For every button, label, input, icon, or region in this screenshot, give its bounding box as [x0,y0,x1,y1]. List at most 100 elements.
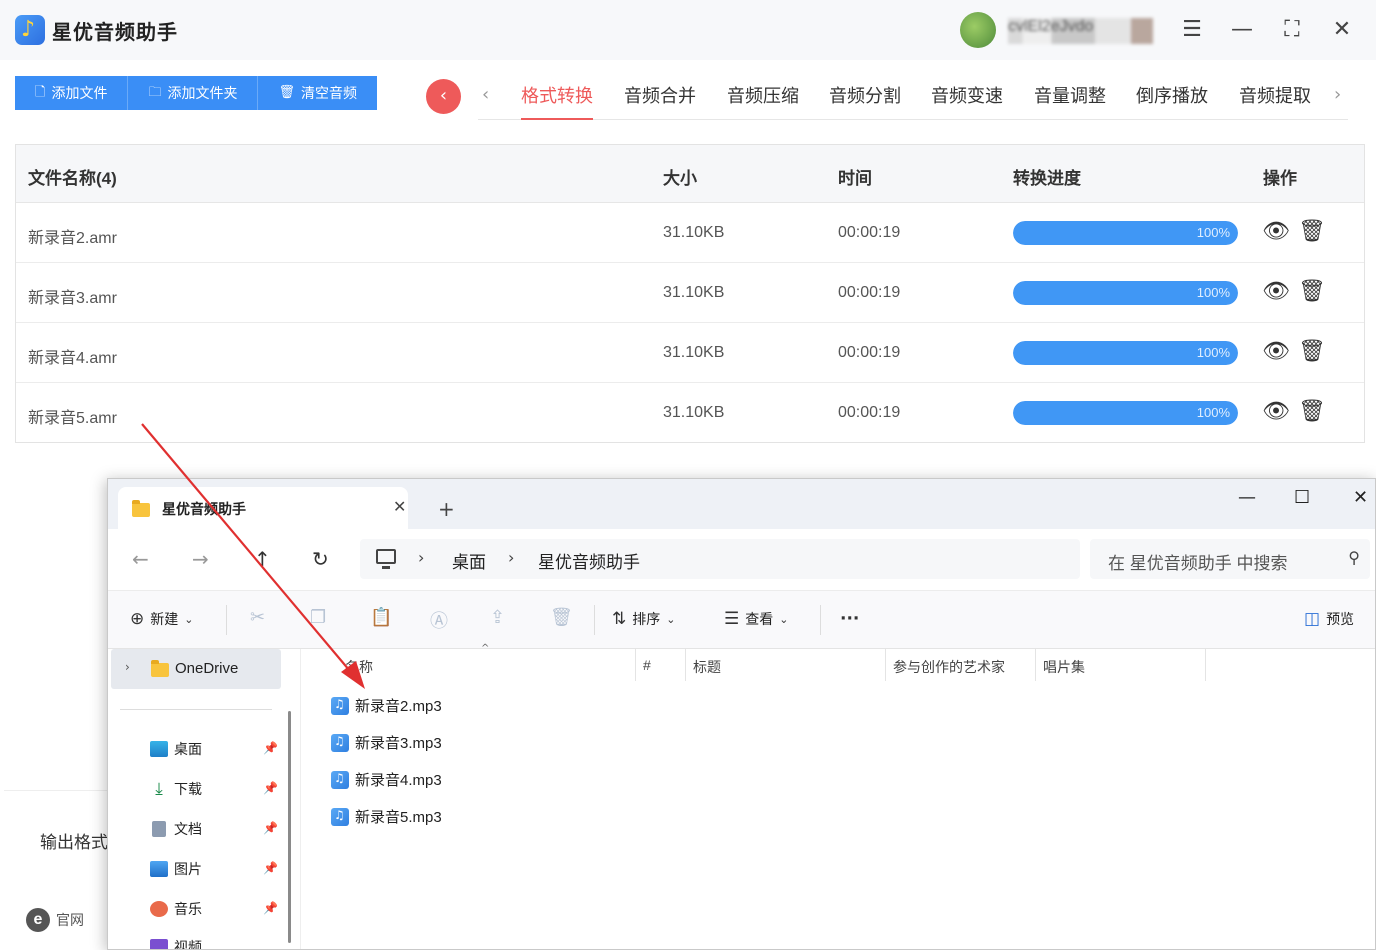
forward-arrow-icon[interactable]: → [192,547,209,571]
file-explorer-window: 星优音频助手 ✕ + — ☐ ✕ ← → ↑ ↻ › 桌面 › 星优音频助手 在… [107,478,1376,950]
column-separator[interactable] [685,649,686,681]
list-item[interactable]: 新录音2.mp3 [331,695,442,716]
user-name[interactable]: cvlEl2eJvdo [1008,18,1153,44]
sidebar-item-onedrive[interactable]: › OneDrive [111,649,281,689]
header-progress: 转换进度 [1013,169,1081,188]
pin-icon[interactable]: 📌 [263,741,278,755]
settings-sliders-icon[interactable]: ☰ [1176,14,1208,46]
progress-bar: 100% [1013,401,1238,425]
explorer-tab[interactable]: 星优音频助手 ✕ [118,487,408,529]
breadcrumb-desktop[interactable]: 桌面 [452,548,486,573]
cut-icon[interactable]: ✂ [250,607,265,628]
file-toolbar: 🗋 添加文件 🗀 添加文件夹 🗑 清空音频 [15,76,377,110]
preview-eye-icon[interactable]: 👁 [1261,277,1291,307]
explorer-maximize-icon[interactable]: ☐ [1294,487,1310,508]
documents-icon [152,821,166,837]
tabs-scroll-right-icon[interactable]: › [1334,84,1341,105]
refresh-icon[interactable]: ↻ [312,547,329,571]
tab-audio-compress[interactable]: 音频压缩 [727,82,799,108]
rename-icon[interactable]: Ⓐ [430,607,448,633]
explorer-minimize-icon[interactable]: — [1238,487,1256,508]
new-button[interactable]: ⊕ 新建 ⌄ [130,609,193,629]
column-separator[interactable] [635,649,636,681]
pin-icon[interactable]: 📌 [263,861,278,875]
preview-pane-button[interactable]: ◫ 预览 [1304,609,1354,629]
file-item-name: 新录音4.mp3 [355,772,442,789]
back-arrow-icon[interactable]: ← [132,547,149,571]
official-site-link[interactable]: e 官网 [26,908,84,932]
column-separator[interactable] [1035,649,1036,681]
tab-close-icon[interactable]: ✕ [393,497,406,516]
minimize-icon[interactable]: — [1226,14,1258,46]
share-icon[interactable]: ⇪ [490,607,505,628]
sidebar-item-videos[interactable]: 视频 [150,937,202,949]
sidebar-item-documents[interactable]: 文档 [150,819,202,839]
preview-eye-icon[interactable]: 👁 [1261,337,1291,367]
tab-audio-extract[interactable]: 音频提取 [1239,82,1311,108]
user-avatar[interactable] [960,12,996,48]
tab-audio-split[interactable]: 音频分割 [829,82,901,108]
delete-trash-icon[interactable]: 🗑 [1297,217,1327,247]
tab-reverse-play[interactable]: 倒序播放 [1136,82,1208,108]
delete-trash-icon[interactable]: 🗑 [1297,397,1327,427]
copy-icon[interactable]: ❐ [310,607,326,628]
new-tab-plus-icon[interactable]: + [438,497,455,521]
sidebar-item-music[interactable]: 音乐 [150,899,202,919]
list-item[interactable]: 新录音3.mp3 [331,732,442,753]
delete-trash-icon[interactable]: 🗑 [1297,337,1327,367]
tab-format-convert[interactable]: 格式转换 [521,82,593,120]
column-artist[interactable]: 参与创作的艺术家 [893,657,1005,677]
explorer-tab-title: 星优音频助手 [162,501,246,517]
pin-icon[interactable]: 📌 [263,781,278,795]
close-icon[interactable]: ✕ [1326,14,1358,46]
official-site-label: 官网 [56,912,84,928]
breadcrumb-app-folder[interactable]: 星优音频助手 [538,548,640,573]
address-bar[interactable]: › 桌面 › 星优音频助手 [360,539,1080,579]
add-file-button[interactable]: 🗋 添加文件 [15,76,129,110]
title-bar: 星优音频助手 cvlEl2eJvdo ☰ — ⛶ ✕ [0,0,1376,60]
column-separator[interactable] [1205,649,1206,681]
column-number[interactable]: # [643,657,651,673]
delete-trash-icon[interactable]: 🗑 [1297,277,1327,307]
tabs-scroll-left-icon[interactable]: ‹ [482,84,489,105]
progress-bar: 100% [1013,221,1238,245]
more-options-button[interactable]: ··· [840,609,859,629]
up-arrow-icon[interactable]: ↑ [254,547,271,571]
tab-audio-speed[interactable]: 音频变速 [931,82,1003,108]
sort-button[interactable]: ⇅ 排序 ⌄ [612,609,675,629]
sidebar-scrollbar[interactable] [288,711,291,943]
search-input[interactable]: 在 星优音频助手 中搜索 ⚲ [1090,539,1370,579]
sidebar-item-desktop[interactable]: 桌面 [150,739,202,759]
chevron-down-icon: ⌄ [666,612,676,626]
list-item[interactable]: 新录音5.mp3 [331,806,442,827]
column-title[interactable]: 标题 [693,657,721,677]
preview-eye-icon[interactable]: 👁 [1261,397,1291,427]
trash-icon: 🗑 [278,85,295,100]
column-name[interactable]: 名称 [345,657,373,677]
column-separator[interactable] [885,649,886,681]
sidebar-divider [120,709,272,710]
chevron-right-icon[interactable]: › [125,660,130,674]
tab-audio-merge[interactable]: 音频合并 [624,82,696,108]
preview-eye-icon[interactable]: 👁 [1261,217,1291,247]
view-button[interactable]: ☰ 查看 ⌄ [724,609,788,629]
sidebar-item-downloads[interactable]: ⤓ 下载 [150,779,202,799]
navigation-pane: › OneDrive 桌面 📌 ⤓ 下载 📌 文档 📌 图片 📌 音乐 📌 视频 [108,649,298,949]
sidebar-item-pictures[interactable]: 图片 [150,859,202,879]
tab-volume-adjust[interactable]: 音量调整 [1034,82,1106,108]
explorer-close-icon[interactable]: ✕ [1353,487,1368,508]
computer-icon [376,549,396,569]
pin-icon[interactable]: 📌 [263,821,278,835]
clear-audio-button[interactable]: 🗑 清空音频 [258,76,377,110]
collapse-left-button[interactable]: ‹ [426,79,461,114]
pin-icon[interactable]: 📌 [263,901,278,915]
paste-icon[interactable]: 📋 [370,607,392,628]
list-item[interactable]: 新录音4.mp3 [331,769,442,790]
column-album[interactable]: 唱片集 [1043,657,1085,677]
delete-icon[interactable]: 🗑 [550,607,573,628]
file-size: 31.10KB [663,344,725,361]
breadcrumb-separator-icon: › [418,548,425,567]
table-row: 新录音2.amr 31.10KB 00:00:19 100% 👁 🗑 [16,203,1364,263]
add-folder-button[interactable]: 🗀 添加文件夹 [128,76,259,110]
maximize-icon[interactable]: ⛶ [1276,14,1308,46]
